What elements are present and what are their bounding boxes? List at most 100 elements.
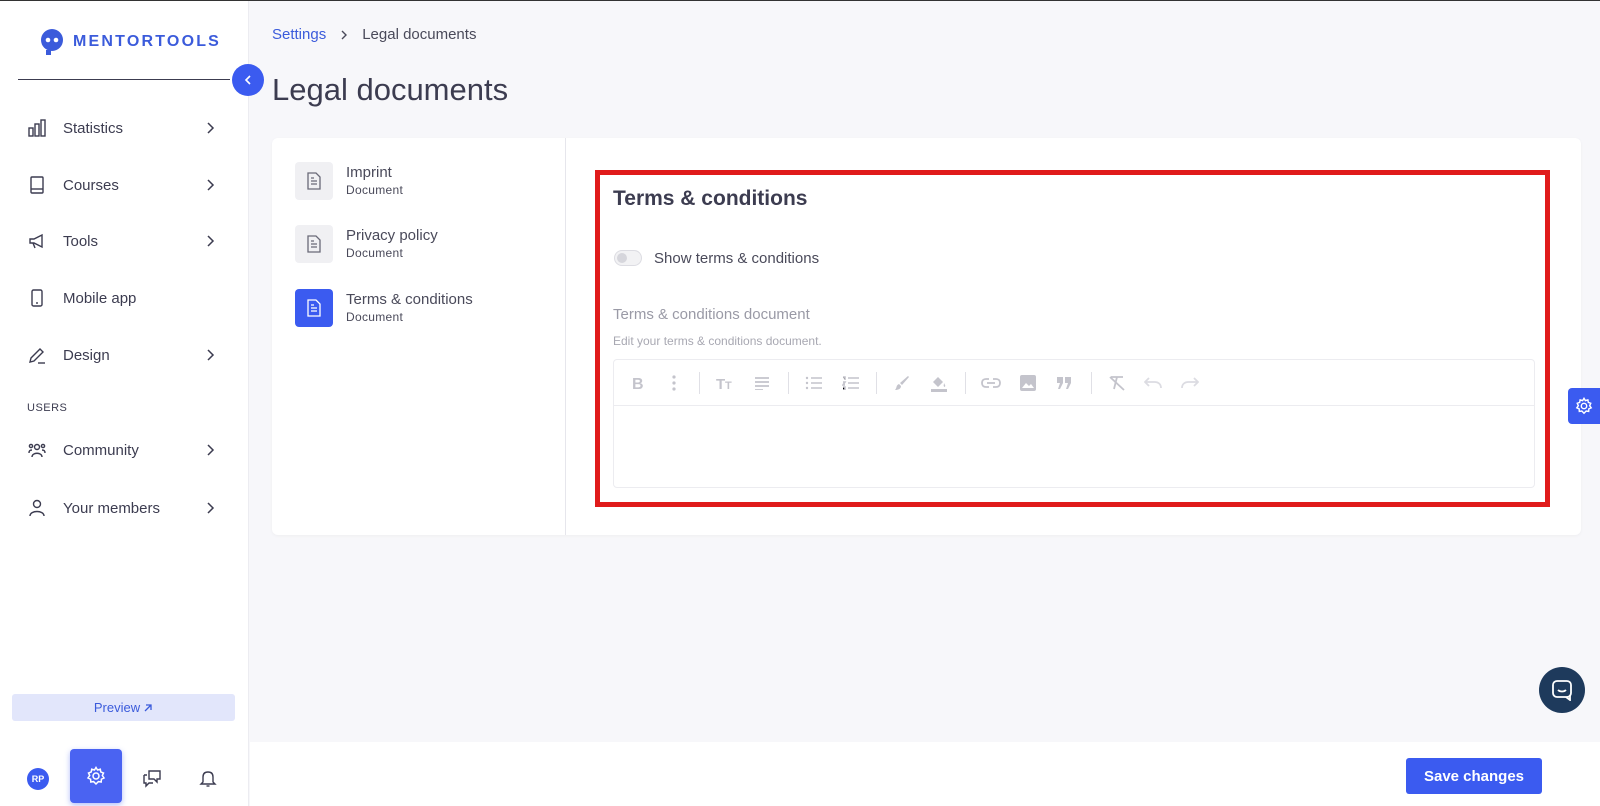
editor-toolbar: B TT <box>614 360 1534 406</box>
phone-icon <box>27 288 47 308</box>
document-icon <box>295 289 333 327</box>
quote-icon <box>1057 377 1071 389</box>
community-icon <box>27 440 47 460</box>
chevron-right-icon <box>207 502 215 514</box>
logo[interactable]: MENTORTOOLS <box>37 27 221 57</box>
sidebar-item-your-members[interactable]: Your members <box>27 490 217 526</box>
brush-icon <box>895 376 909 390</box>
sidebar-item-community[interactable]: Community <box>27 432 217 468</box>
external-link-icon <box>144 703 152 711</box>
chevron-right-icon <box>207 235 215 247</box>
pencil-icon <box>27 345 47 365</box>
link-icon <box>981 378 1001 388</box>
show-terms-toggle[interactable] <box>614 250 642 266</box>
bullet-list-icon <box>805 376 822 390</box>
align-button[interactable] <box>751 372 773 394</box>
bar-chart-icon <box>27 118 47 138</box>
save-changes-button[interactable]: Save changes <box>1406 758 1542 794</box>
undo-icon <box>1144 377 1162 389</box>
document-icon <box>295 162 333 200</box>
bold-button[interactable]: B <box>627 372 649 394</box>
sidebar-item-label: Courses <box>63 176 119 194</box>
sidebar-item-design[interactable]: Design <box>27 337 217 373</box>
document-subtitle: Document <box>346 246 404 260</box>
document-title: Imprint <box>346 164 392 181</box>
chat-widget-button[interactable] <box>1539 667 1585 713</box>
divider <box>18 79 230 80</box>
svg-text:T: T <box>725 380 732 391</box>
side-settings-button[interactable] <box>1568 388 1600 424</box>
breadcrumb: Settings Legal documents <box>272 26 476 43</box>
svg-text:T: T <box>716 376 725 391</box>
page-title: Legal documents <box>272 72 509 107</box>
sidebar: MENTORTOOLS Statistics Courses Tools Mob… <box>0 1 249 806</box>
preview-label: Preview <box>93 700 141 715</box>
sidebar-item-label: Statistics <box>63 119 124 137</box>
chat-icon <box>143 770 161 788</box>
bold-icon: B <box>632 376 644 391</box>
clear-format-icon <box>1109 376 1125 391</box>
megaphone-icon <box>27 231 47 251</box>
toolbar-separator <box>1091 372 1092 394</box>
more-options-button[interactable] <box>663 372 685 394</box>
text-color-button[interactable] <box>891 372 913 394</box>
sidebar-item-label: Community <box>63 441 139 459</box>
numbered-list-button[interactable] <box>840 372 862 394</box>
svg-text:B: B <box>632 376 644 391</box>
collapse-sidebar-button[interactable] <box>232 64 264 96</box>
breadcrumb-current: Legal documents <box>362 26 477 43</box>
gear-icon <box>86 766 106 786</box>
chevron-right-icon <box>207 179 215 191</box>
text-size-button[interactable]: TT <box>715 372 737 394</box>
bell-icon <box>199 771 217 787</box>
notifications-button[interactable] <box>197 767 219 789</box>
sidebar-item-label: Mobile app <box>63 289 137 307</box>
sidebar-item-statistics[interactable]: Statistics <box>27 110 217 146</box>
chevron-right-icon <box>207 349 215 361</box>
clear-format-button[interactable] <box>1106 372 1128 394</box>
settings-button[interactable] <box>70 749 122 803</box>
highlight-color-button[interactable] <box>928 372 950 394</box>
fill-bucket-icon <box>931 377 947 392</box>
chevron-left-icon <box>244 75 251 85</box>
document-item-terms-conditions[interactable]: Terms & conditions Document <box>295 288 555 328</box>
insert-link-button[interactable] <box>980 372 1002 394</box>
sidebar-item-label: Design <box>63 346 110 364</box>
redo-button[interactable] <box>1179 372 1201 394</box>
undo-button[interactable] <box>1142 372 1164 394</box>
bullet-list-button[interactable] <box>803 372 825 394</box>
document-title: Terms & conditions <box>346 291 473 308</box>
user-icon <box>27 498 47 518</box>
document-subtitle: Document <box>346 310 404 324</box>
messages-button[interactable] <box>141 767 163 789</box>
toggle-knob <box>617 253 627 263</box>
field-label: Terms & conditions document <box>613 306 810 323</box>
toolbar-separator <box>876 372 877 394</box>
chat-icon <box>1552 680 1572 701</box>
editor-content-area[interactable] <box>614 406 1534 488</box>
sidebar-item-mobile-app[interactable]: Mobile app <box>27 280 217 316</box>
chevron-right-icon <box>207 122 215 134</box>
sidebar-bottom-bar: RP <box>0 749 249 805</box>
sidebar-item-courses[interactable]: Courses <box>27 167 217 203</box>
toggle-label: Show terms & conditions <box>654 250 820 267</box>
document-icon <box>295 225 333 263</box>
toolbar-separator <box>788 372 789 394</box>
insert-image-button[interactable] <box>1017 372 1039 394</box>
redo-icon <box>1181 377 1199 389</box>
numbered-list-icon <box>842 376 859 390</box>
breadcrumb-settings-link[interactable]: Settings <box>272 26 326 43</box>
preview-button[interactable]: Preview <box>12 694 235 721</box>
sidebar-item-tools[interactable]: Tools <box>27 223 217 259</box>
blockquote-button[interactable] <box>1053 372 1075 394</box>
logo-text: MENTORTOOLS <box>73 33 222 50</box>
field-help-text: Edit your terms & conditions document. <box>613 334 822 348</box>
document-item-imprint[interactable]: Imprint Document <box>295 161 555 201</box>
document-item-privacy-policy[interactable]: Privacy policy Document <box>295 224 555 264</box>
rich-text-editor: B TT <box>613 359 1535 488</box>
book-icon <box>27 175 47 195</box>
avatar[interactable]: RP <box>27 768 49 790</box>
sidebar-item-label: Tools <box>63 232 99 250</box>
image-icon <box>1020 375 1036 391</box>
document-title: Privacy policy <box>346 227 438 244</box>
